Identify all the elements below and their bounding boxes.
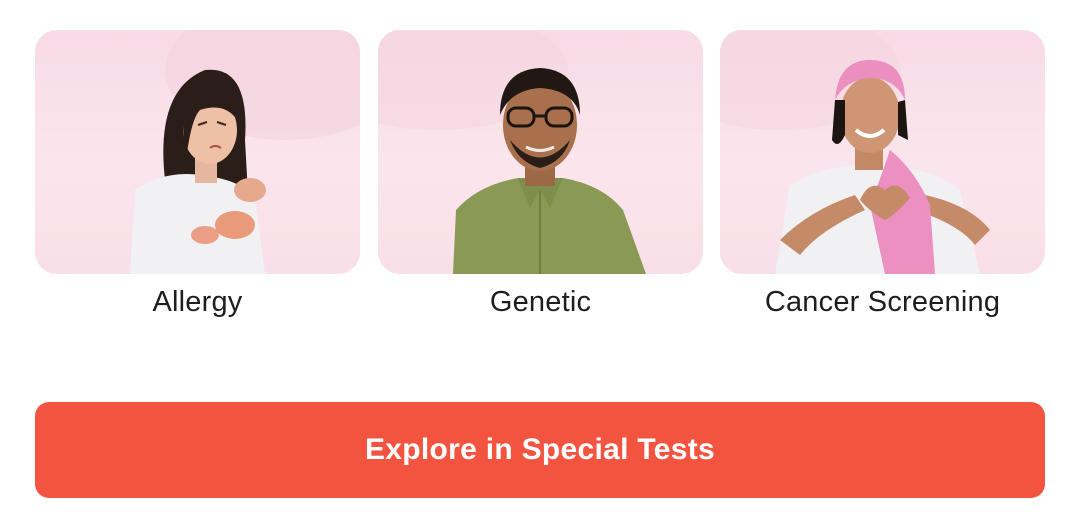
genetic-photo-illustration: [378, 30, 646, 274]
category-label: Allergy: [152, 286, 243, 318]
category-card-cancer-screening[interactable]: Cancer Screening: [720, 30, 1045, 319]
category-label: Genetic: [489, 286, 592, 318]
explore-special-tests-button[interactable]: Explore in Special Tests: [35, 402, 1045, 498]
cancer-screening-photo-illustration: [720, 30, 990, 274]
genetic-image[interactable]: [378, 30, 703, 274]
category-label: Cancer Screening: [764, 286, 1001, 318]
category-card-allergy[interactable]: Allergy: [35, 30, 360, 319]
special-tests-grid: Allergy Genetic Cancer Screening: [35, 30, 1045, 330]
category-card-genetic[interactable]: Genetic: [378, 30, 703, 319]
allergy-image[interactable]: [35, 30, 360, 274]
allergy-photo-illustration: [130, 30, 360, 274]
cancer-screening-image[interactable]: [720, 30, 1045, 274]
